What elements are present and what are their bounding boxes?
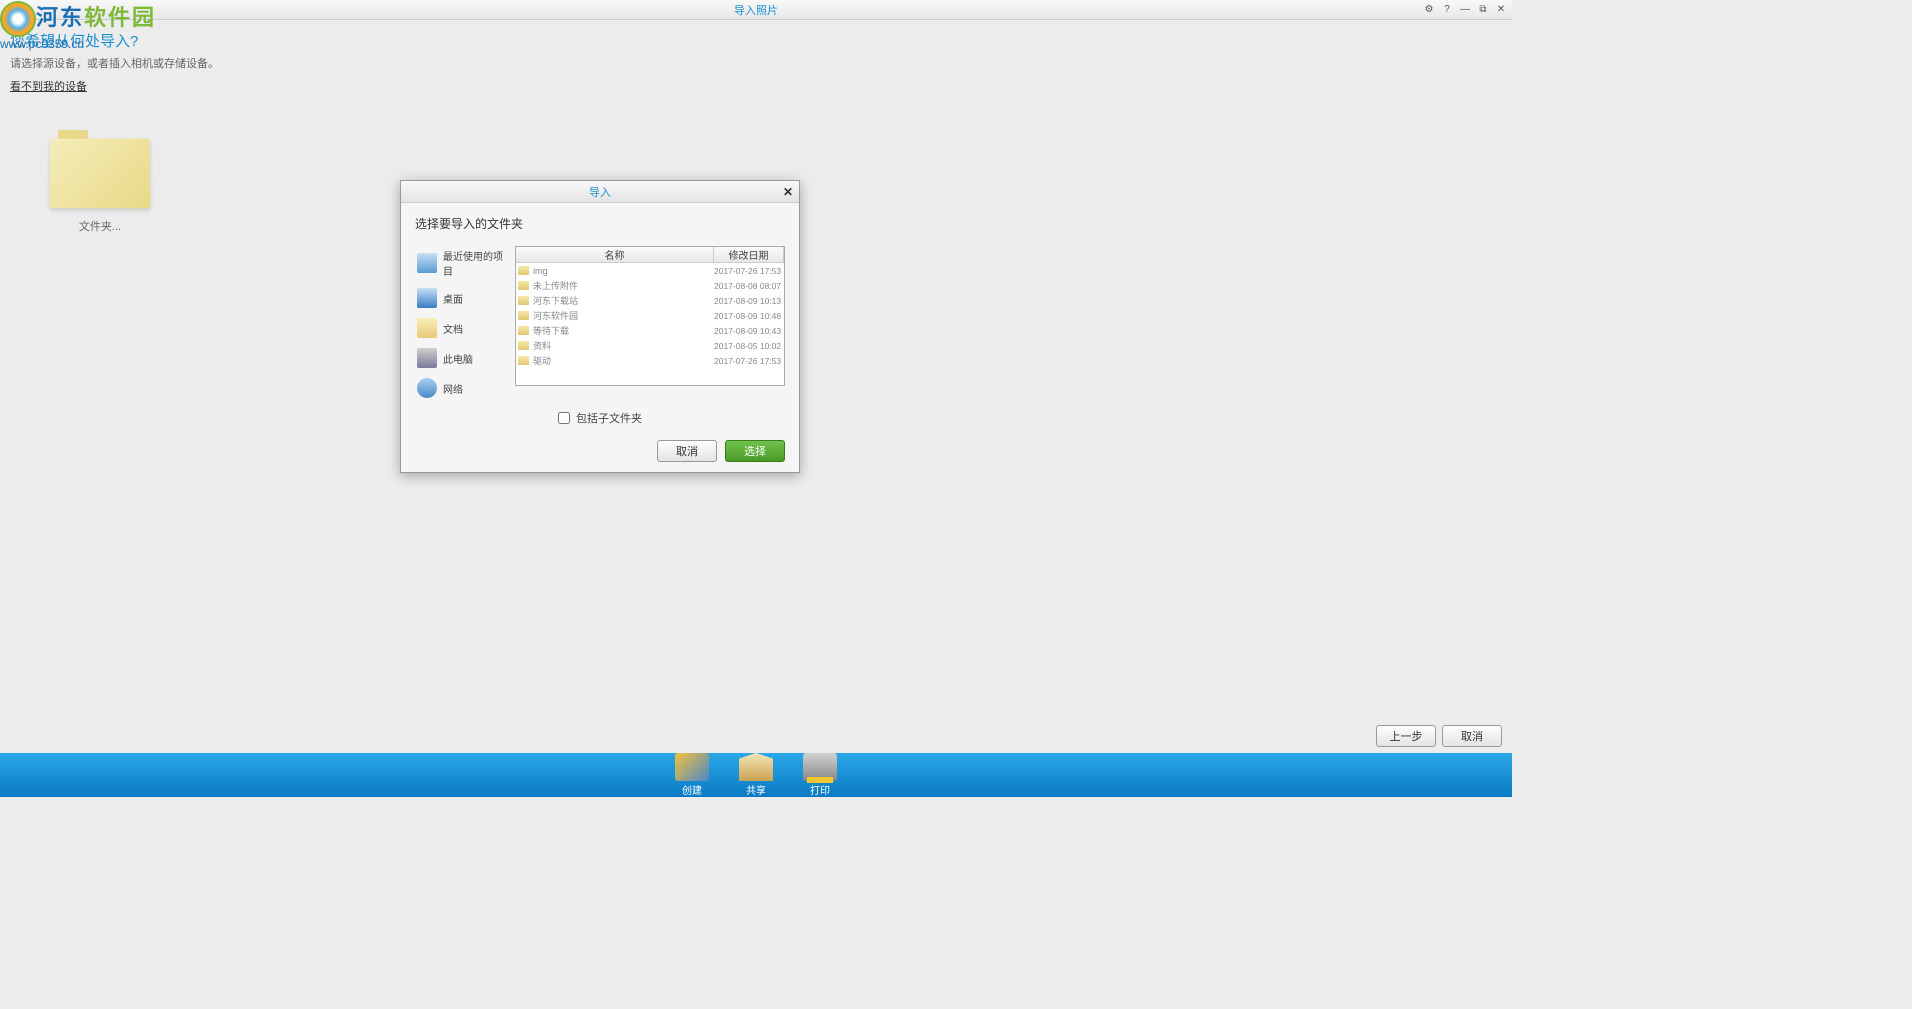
folder-label: 文件夹... [79, 218, 121, 234]
folder-row[interactable]: 驱动2017-07-26 17:53 [516, 353, 784, 368]
folder-row[interactable]: img2017-07-26 17:53 [516, 263, 784, 278]
folder-source-button[interactable]: 文件夹... [50, 130, 150, 234]
share-icon [739, 753, 773, 781]
folder-icon [518, 341, 529, 350]
dock: 创建 共享 打印 [0, 753, 1512, 797]
folder-date: 2017-08-09 10:13 [714, 296, 784, 306]
dialog-title: 导入 [589, 184, 611, 200]
folder-icon [518, 356, 529, 365]
place-label: 此电脑 [443, 351, 473, 366]
dock-share-button[interactable]: 共享 [739, 753, 773, 797]
close-icon[interactable]: ✕ [1494, 3, 1508, 17]
device-not-found-link[interactable]: 看不到我的设备 [10, 81, 87, 93]
place-label: 文档 [443, 321, 463, 336]
dialog-titlebar: 导入 ✕ [401, 181, 799, 203]
folder-icon [518, 281, 529, 290]
place-desktop[interactable]: 桌面 [415, 286, 507, 310]
window-controls: ⚙ ? — ⧉ ✕ [1422, 3, 1508, 17]
file-list-header: 名称 修改日期 [516, 247, 784, 263]
place-desktop-icon [417, 288, 437, 308]
folder-date: 2017-07-26 17:53 [714, 356, 784, 366]
place-thispc-icon [417, 348, 437, 368]
dialog-heading: 选择要导入的文件夹 [415, 215, 785, 232]
dialog-close-icon[interactable]: ✕ [783, 185, 793, 199]
folder-icon [518, 311, 529, 320]
app-titlebar: 导入照片 ⚙ ? — ⧉ ✕ [0, 0, 1512, 20]
folder-date: 2017-08-08 08:07 [714, 281, 784, 291]
folder-row[interactable]: 未上传附件2017-08-08 08:07 [516, 278, 784, 293]
prompt-subtitle: 请选择源设备，或者插入相机或存储设备。 [10, 55, 1502, 71]
col-name[interactable]: 名称 [516, 247, 714, 262]
folder-name: 未上传附件 [533, 279, 714, 292]
place-documents-icon [417, 318, 437, 338]
folder-date: 2017-08-09 10:48 [714, 311, 784, 321]
file-list: 名称 修改日期 img2017-07-26 17:53未上传附件2017-08-… [515, 246, 785, 386]
place-thispc[interactable]: 此电脑 [415, 346, 507, 370]
create-icon [675, 753, 709, 781]
dock-create-button[interactable]: 创建 [675, 753, 709, 797]
folder-name: 资料 [533, 339, 714, 352]
place-network[interactable]: 网络 [415, 376, 507, 400]
folder-name: img [533, 266, 714, 276]
include-subfolders-row: 包括子文件夹 [415, 410, 785, 426]
folder-name: 河东下载站 [533, 294, 714, 307]
help-icon[interactable]: ? [1440, 3, 1454, 17]
place-recent-icon [417, 253, 437, 273]
folder-name: 驱动 [533, 354, 714, 367]
folder-icon [50, 130, 150, 210]
dialog-select-button[interactable]: 选择 [725, 440, 785, 462]
place-label: 桌面 [443, 291, 463, 306]
maximize-icon[interactable]: ⧉ [1476, 3, 1490, 17]
place-recent[interactable]: 最近使用的项目 [415, 246, 507, 280]
prompt-title: 您希望从何处导入? [10, 30, 1502, 51]
folder-name: 等待下载 [533, 324, 714, 337]
minimize-icon[interactable]: — [1458, 3, 1472, 17]
folder-row[interactable]: 等待下载2017-08-09 10:43 [516, 323, 784, 338]
app-title: 导入照片 [734, 2, 778, 18]
folder-row[interactable]: 河东下载站2017-08-09 10:13 [516, 293, 784, 308]
dialog-cancel-button[interactable]: 取消 [657, 440, 717, 462]
place-label: 网络 [443, 381, 463, 396]
folder-row[interactable]: 资料2017-08-05 10:02 [516, 338, 784, 353]
cancel-button[interactable]: 取消 [1442, 725, 1502, 747]
folder-icon [518, 296, 529, 305]
folder-row[interactable]: 河东软件园2017-08-09 10:48 [516, 308, 784, 323]
folder-name: 河东软件园 [533, 309, 714, 322]
folder-date: 2017-08-09 10:43 [714, 326, 784, 336]
folder-date: 2017-08-05 10:02 [714, 341, 784, 351]
folder-icon [518, 266, 529, 275]
include-subfolders-checkbox[interactable] [558, 412, 570, 424]
settings-icon[interactable]: ⚙ [1422, 3, 1436, 17]
place-label: 最近使用的项目 [443, 248, 505, 278]
places-sidebar: 最近使用的项目桌面文档此电脑网络 [415, 246, 507, 400]
dock-print-button[interactable]: 打印 [803, 753, 837, 797]
col-date[interactable]: 修改日期 [714, 247, 784, 262]
prev-button[interactable]: 上一步 [1376, 725, 1436, 747]
print-icon [803, 753, 837, 781]
include-subfolders-label: 包括子文件夹 [576, 410, 642, 426]
place-network-icon [417, 378, 437, 398]
import-dialog: 导入 ✕ 选择要导入的文件夹 最近使用的项目桌面文档此电脑网络 名称 修改日期 … [400, 180, 800, 473]
folder-date: 2017-07-26 17:53 [714, 266, 784, 276]
wizard-buttons: 上一步 取消 [1376, 725, 1502, 747]
place-documents[interactable]: 文档 [415, 316, 507, 340]
folder-icon [518, 326, 529, 335]
